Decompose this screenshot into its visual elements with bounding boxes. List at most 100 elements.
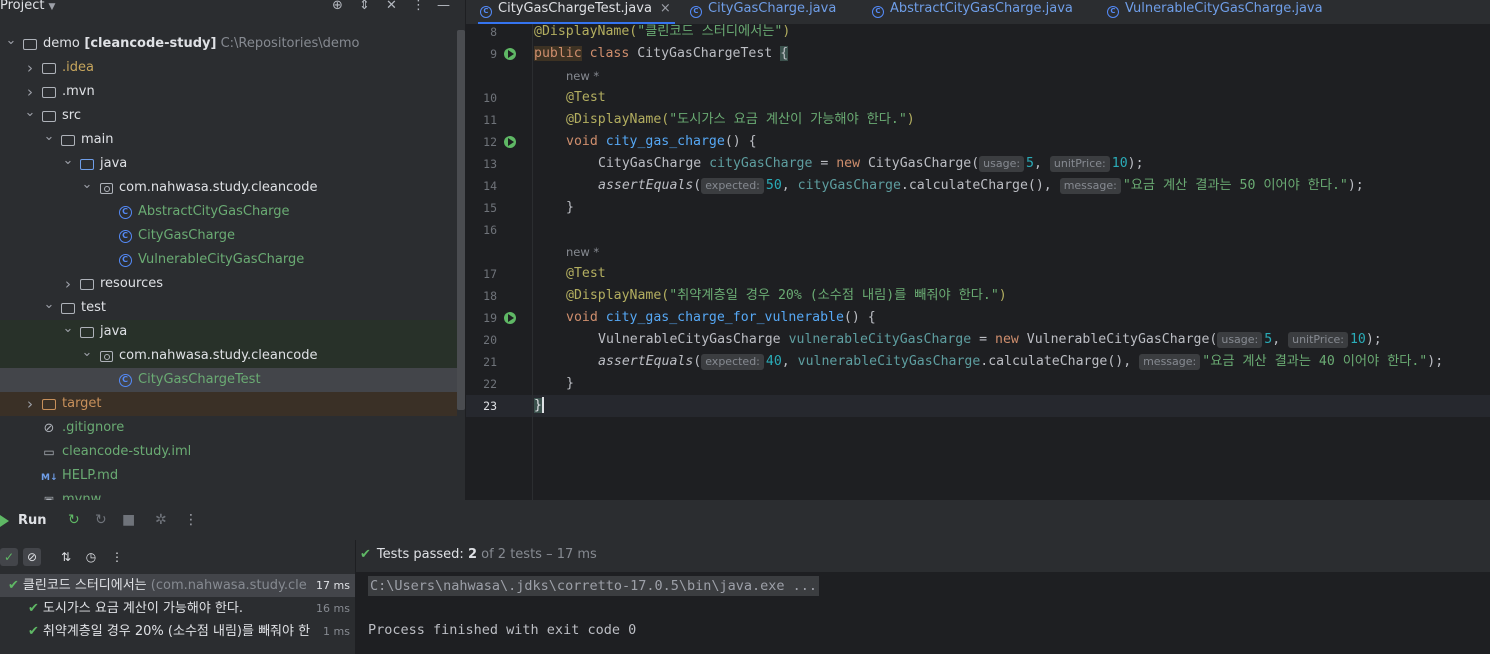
test-row[interactable]: ✔ 클린코드 스터디에서는 (com.nahwasa.study.cle 17 m… — [0, 574, 355, 597]
test-duration: 1 ms — [323, 625, 350, 638]
tree-item-mvnw[interactable]: ▣ mvnw — [0, 488, 457, 500]
run-class-icon[interactable] — [504, 48, 516, 60]
tree-item-cleancode-study-iml[interactable]: ▭ cleancode-study.iml — [0, 440, 457, 464]
tree-item-citygascharge[interactable]: C CityGasCharge — [0, 224, 457, 248]
tab-vulnerablecitygascharge[interactable]: C VulnerableCityGasCharge.java — [1107, 0, 1323, 24]
chevron-down-icon[interactable]: ⌄ — [43, 293, 55, 317]
run-test-icon[interactable] — [504, 312, 516, 324]
code-line-12: void city_gas_charge() { — [566, 134, 757, 149]
check-icon: ✔ — [360, 547, 371, 562]
tree-item-label: main — [81, 132, 114, 147]
options-icon[interactable]: ⋮ — [412, 0, 425, 13]
chevron-down-icon[interactable]: ⌄ — [62, 317, 74, 341]
project-scrollbar[interactable] — [457, 30, 465, 410]
tree-item-label: AbstractCityGasCharge — [138, 204, 290, 219]
tree-item-target[interactable]: › target — [0, 392, 457, 416]
run-header: Run ↻ ↻ ■ ✲ ⋮ — [0, 500, 1490, 540]
gutter-separator — [532, 24, 533, 500]
param-hint: expected: — [701, 178, 764, 194]
rerun-icon[interactable]: ↻ — [68, 512, 80, 528]
collapse-all-icon[interactable]: ✕ — [386, 0, 397, 13]
code-line-23: } — [534, 397, 544, 413]
run-title[interactable]: Run — [18, 513, 47, 528]
tree-item-abstractcitygascharge[interactable]: C AbstractCityGasCharge — [0, 200, 457, 224]
project-panel: Project ▼ ⊕ ⇕ ✕ ⋮ — ⌄ demo [cleancode-stud… — [0, 0, 465, 500]
tree-item-src[interactable]: ⌄ src — [0, 104, 457, 128]
hide-icon[interactable]: — — [437, 0, 450, 13]
class-icon: C — [480, 6, 492, 18]
code-line-22: } — [566, 376, 574, 391]
tree-item-label: java — [100, 156, 128, 171]
tree-item-label: cleancode-study.iml — [62, 444, 192, 459]
code-editor[interactable]: C CityGasChargeTest.java × C CityGasCharge.… — [466, 0, 1490, 500]
locate-icon[interactable]: ⊕ — [332, 0, 343, 13]
console-command-line[interactable]: C:\Users\nahwasa\.jdks\corretto-17.0.5\b… — [368, 576, 820, 596]
module-file-icon: ▭ — [43, 445, 55, 459]
line-number: 22 — [483, 377, 497, 391]
show-passed-icon[interactable]: ✓ — [0, 548, 18, 566]
tree-item-vulnerablecitygascharge[interactable]: C VulnerableCityGasCharge — [0, 248, 457, 272]
more-options-icon[interactable]: ⋮ — [184, 512, 198, 528]
run-icon — [0, 515, 9, 527]
chevron-down-icon[interactable]: ⌄ — [81, 173, 93, 197]
check-icon: ✔ — [28, 601, 39, 616]
code-line-21: assertEquals(expected: 40, vulnerableCity… — [598, 354, 1444, 370]
tree-item-mvn[interactable]: › .mvn — [0, 80, 457, 104]
run-test-icon[interactable] — [504, 136, 516, 148]
expand-collapse-icon[interactable]: ⇕ — [359, 0, 370, 13]
debug-icon[interactable]: ✲ — [155, 512, 167, 528]
chevron-right-icon[interactable]: › — [24, 392, 36, 416]
console-output[interactable]: C:\Users\nahwasa\.jdks\corretto-17.0.5\b… — [356, 572, 1490, 654]
package-icon — [98, 344, 114, 368]
tree-item-help-md[interactable]: M↓ HELP.md — [0, 464, 457, 488]
param-hint: message: — [1059, 178, 1121, 194]
project-title-dropdown[interactable]: Project ▼ — [0, 0, 55, 13]
chevron-right-icon[interactable]: › — [62, 272, 74, 296]
history-icon[interactable]: ◷ — [82, 548, 100, 566]
check-icon: ✔ — [8, 578, 19, 593]
resources-folder-icon — [79, 272, 95, 296]
test-row[interactable]: ✔ 도시가스 요금 계산이 가능해야 한다. 16 ms — [0, 597, 355, 620]
tab-abstractcitygascharge[interactable]: C AbstractCityGasCharge.java — [872, 0, 1073, 24]
line-number: 23 — [483, 399, 497, 413]
chevron-down-icon[interactable]: ⌄ — [62, 149, 74, 173]
tree-item-label: mvnw — [62, 492, 102, 500]
chevron-down-icon[interactable]: ⌄ — [81, 341, 93, 365]
tests-summary: ✔ Tests passed: 2 of 2 tests – 17 ms — [360, 547, 597, 562]
close-tab-icon[interactable]: × — [660, 1, 671, 16]
text-caret — [541, 397, 544, 413]
param-hint: unitPrice: — [1049, 156, 1110, 172]
tree-item-label: target — [62, 396, 102, 411]
tree-item-label: CityGasCharge — [138, 228, 235, 243]
show-ignored-icon[interactable]: ⊘ — [23, 548, 41, 566]
chevron-down-icon[interactable]: ⌄ — [24, 101, 36, 125]
stop-icon[interactable]: ■ — [122, 512, 135, 528]
tree-item-gitignore[interactable]: ⊘ .gitignore — [0, 416, 457, 440]
rerun-failed-icon[interactable]: ↻ — [95, 512, 107, 528]
tree-item-idea[interactable]: › .idea — [0, 56, 457, 80]
tree-item-demo[interactable]: ⌄ demo [cleancode-study] C:\Repositories\… — [0, 32, 457, 56]
test-row[interactable]: ✔ 취약계층일 경우 20% (소수점 내림)를 빼줘야 한 1 ms — [0, 620, 355, 643]
tree-item-java[interactable]: ⌄ java — [0, 152, 457, 176]
line-number: 20 — [483, 333, 497, 347]
tree-item-label: com.nahwasa.study.cleancode — [119, 348, 318, 363]
code-line-13: CityGasCharge cityGasCharge = new CityGa… — [598, 156, 1144, 172]
chevron-right-icon[interactable]: › — [24, 56, 36, 80]
chevron-down-icon[interactable]: ⌄ — [5, 29, 17, 53]
code-line-11: @DisplayName("도시가스 요금 계산이 가능해야 한다.") — [566, 112, 915, 127]
tree-item-citygaschargetest[interactable]: C CityGasChargeTest — [0, 368, 457, 392]
folder-icon — [22, 32, 38, 56]
tree-item-java[interactable]: ⌄ java — [0, 320, 457, 344]
code-line-17: @Test — [566, 266, 606, 281]
chevron-down-icon[interactable]: ⌄ — [43, 125, 55, 149]
tree-item-label: java — [100, 324, 128, 339]
tree-item-resources[interactable]: › resources — [0, 272, 457, 296]
tree-item-com-nahwasa-study-cleancode[interactable]: ⌄ com.nahwasa.study.cleancode — [0, 176, 457, 200]
line-number: 19 — [483, 311, 497, 325]
param-hint: usage: — [1217, 332, 1263, 348]
line-number: 14 — [483, 179, 497, 193]
line-number: 16 — [483, 223, 497, 237]
test-options-icon[interactable]: ⋮ — [108, 548, 126, 566]
tree-item-com-nahwasa-study-cleancode[interactable]: ⌄ com.nahwasa.study.cleancode — [0, 344, 457, 368]
sort-icon[interactable]: ⇅ — [57, 548, 75, 566]
